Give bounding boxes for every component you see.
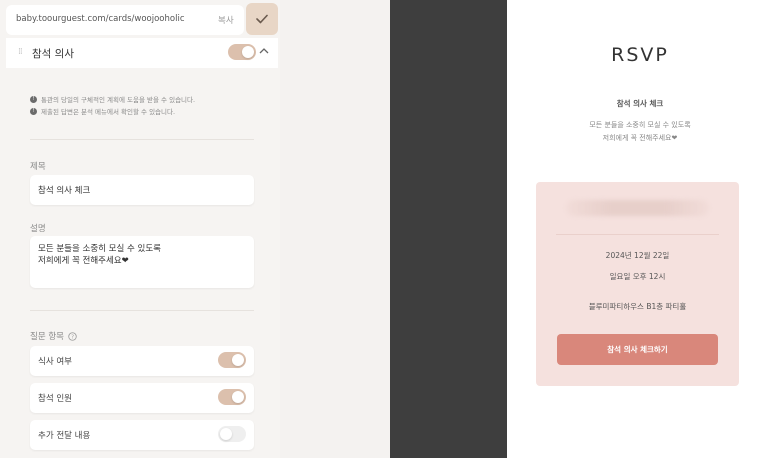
- rsvp-check-button[interactable]: 참석 의사 체크하기: [557, 334, 718, 365]
- attendees-toggle[interactable]: [218, 389, 246, 405]
- info-line: ! 통관의 당일의 구체적인 계획에 도움을 받을 수 있습니다.: [30, 94, 195, 104]
- title-label: 제목: [30, 162, 46, 172]
- info-line: ! 제출된 답변은 분석 메뉴에서 확인할 수 있습니다.: [30, 106, 175, 116]
- phone-preview: RSVP 참석 의사 체크 모든 분들을 소중히 모실 수 있도록 저희에게 꼭…: [507, 0, 773, 458]
- extra-message-toggle[interactable]: [218, 426, 246, 442]
- blurred-name: [566, 200, 709, 216]
- editor-panel: baby.toourguest.com/cards/woojooholic 복사…: [0, 0, 280, 458]
- toggle-knob: [242, 46, 254, 58]
- divider: [30, 310, 254, 311]
- question-label: 추가 전달 내용: [38, 431, 91, 441]
- help-icon[interactable]: ?: [68, 331, 77, 341]
- questions-heading: 질문 항목 ?: [30, 330, 77, 342]
- card-divider: [556, 234, 719, 235]
- section-toggle[interactable]: [228, 44, 256, 60]
- toggle-knob: [232, 391, 244, 403]
- info-icon: !: [30, 95, 37, 103]
- info-text: 제출된 답변은 분석 메뉴에서 확인할 수 있습니다.: [41, 108, 176, 116]
- questions-label: 질문 항목: [30, 332, 64, 342]
- event-venue: 블루미파티하우스 B1층 파티홀: [588, 302, 687, 311]
- question-label: 식사 여부: [38, 357, 72, 367]
- info-text: 통관의 당일의 구체적인 계획에 도움을 받을 수 있습니다.: [41, 96, 196, 104]
- question-row-attendees: 참석 인원: [30, 383, 254, 413]
- info-icon: !: [30, 107, 37, 115]
- toggle-knob: [232, 354, 244, 366]
- description-value: 모든 분들을 소중히 모실 수 있도록 저희에게 꼭 전해주세요❤: [38, 244, 161, 266]
- svg-text:?: ?: [71, 334, 74, 340]
- copy-button[interactable]: 복사: [218, 14, 234, 26]
- chevron-up-icon[interactable]: [258, 45, 270, 57]
- divider: [30, 139, 254, 140]
- panel-gap: [280, 0, 390, 458]
- url-bar: baby.toourguest.com/cards/woojooholic 복사: [6, 5, 244, 35]
- description-textarea[interactable]: 모든 분들을 소중히 모실 수 있도록 저희에게 꼭 전해주세요❤: [30, 236, 254, 288]
- meal-toggle[interactable]: [218, 352, 246, 368]
- rsvp-subtitle: 참석 의사 체크: [616, 99, 664, 108]
- question-row-meal: 식사 여부: [30, 346, 254, 376]
- rsvp-card: 2024년 12월 22일 일요일 오후 12시 블루미파티하우스 B1층 파티…: [536, 182, 739, 386]
- section-header: ⁞⁞ 참석 의사: [6, 38, 278, 68]
- question-row-extra-message: 추가 전달 내용: [30, 420, 254, 450]
- section-title: 참석 의사: [32, 48, 74, 60]
- toggle-knob: [220, 428, 232, 440]
- description-label: 설명: [30, 224, 46, 234]
- check-icon: [256, 14, 268, 24]
- confirm-button[interactable]: [246, 3, 278, 35]
- event-date: 2024년 12월 22일: [605, 251, 670, 260]
- rsvp-heading: RSVP: [611, 44, 669, 66]
- rsvp-description: 모든 분들을 소중히 모실 수 있도록 저희에게 꼭 전해주세요❤: [589, 121, 691, 142]
- card-url[interactable]: baby.toourguest.com/cards/woojooholic: [16, 14, 185, 24]
- title-value: 참석 의사 체크: [38, 186, 91, 196]
- drag-handle-icon[interactable]: ⁞⁞: [18, 47, 23, 57]
- event-time: 일요일 오후 12시: [609, 272, 666, 281]
- question-label: 참석 인원: [38, 394, 72, 404]
- title-input[interactable]: 참석 의사 체크: [30, 175, 254, 205]
